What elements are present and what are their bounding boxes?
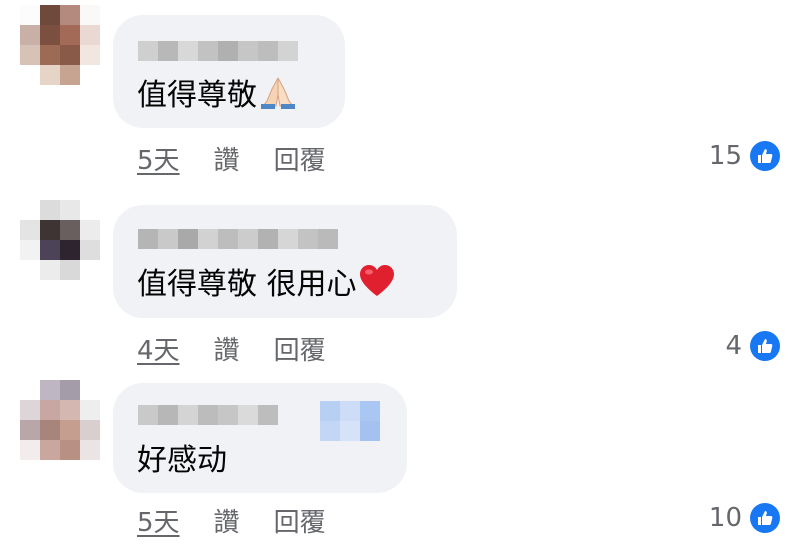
reaction-summary[interactable]: 15 bbox=[709, 141, 780, 171]
comment-text: 值得尊敬 bbox=[137, 75, 297, 118]
thumbs-up-icon bbox=[750, 503, 780, 533]
author-name-blurred[interactable] bbox=[138, 405, 278, 425]
author-name-blurred[interactable] bbox=[138, 41, 298, 61]
reaction-count: 15 bbox=[708, 141, 742, 171]
thumbs-up-icon bbox=[750, 331, 780, 361]
red-heart-icon bbox=[359, 264, 395, 307]
comment-actions: 5天 讚 回覆 bbox=[137, 140, 326, 177]
reply-button[interactable]: 回覆 bbox=[274, 502, 326, 539]
timestamp-link[interactable]: 4天 bbox=[137, 330, 180, 367]
author-badge-blurred bbox=[320, 401, 380, 441]
reaction-count: 10 bbox=[708, 503, 742, 533]
reply-button[interactable]: 回覆 bbox=[274, 330, 326, 367]
timestamp-link[interactable]: 5天 bbox=[137, 502, 180, 539]
like-button[interactable]: 讚 bbox=[214, 330, 240, 367]
reply-button[interactable]: 回覆 bbox=[274, 140, 326, 177]
comment-actions: 4天 讚 回覆 bbox=[137, 330, 326, 367]
comment-text: 值得尊敬 很用心 bbox=[137, 264, 395, 307]
timestamp-link[interactable]: 5天 bbox=[137, 140, 180, 177]
comment-text: 好感动 bbox=[137, 443, 227, 478]
comment-actions: 5天 讚 回覆 bbox=[137, 502, 326, 539]
comment-bubble: 值得尊敬 bbox=[113, 15, 345, 128]
folded-hands-icon bbox=[259, 75, 297, 118]
comment-bubble: 值得尊敬 很用心 bbox=[113, 205, 457, 318]
avatar[interactable] bbox=[20, 5, 100, 85]
reaction-summary[interactable]: 4 bbox=[725, 331, 780, 361]
thumbs-up-icon bbox=[750, 141, 780, 171]
author-name-blurred[interactable] bbox=[138, 229, 338, 249]
like-button[interactable]: 讚 bbox=[214, 140, 240, 177]
reaction-summary[interactable]: 10 bbox=[709, 503, 780, 533]
comment-bubble: 好感动 bbox=[113, 383, 407, 493]
reaction-count: 4 bbox=[725, 331, 742, 361]
like-button[interactable]: 讚 bbox=[214, 502, 240, 539]
avatar[interactable] bbox=[20, 380, 100, 460]
avatar[interactable] bbox=[20, 200, 100, 280]
